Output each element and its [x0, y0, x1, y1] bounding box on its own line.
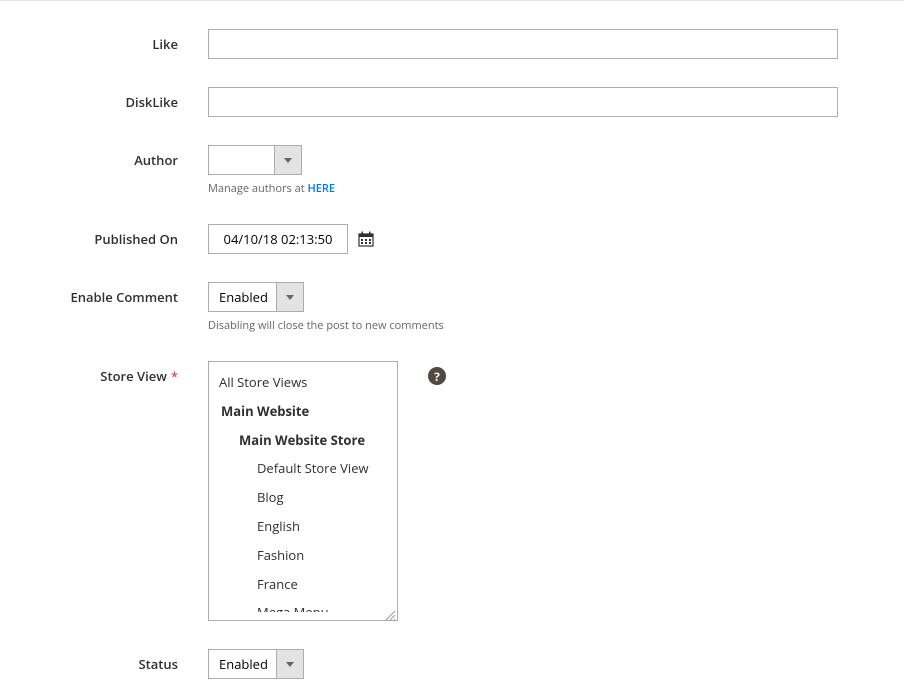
store-view-option[interactable]: Default Store View — [209, 454, 397, 483]
like-input[interactable] — [208, 29, 838, 59]
published-on-label: Published On — [0, 224, 208, 248]
store-view-option[interactable]: France — [209, 570, 397, 599]
store-view-option[interactable]: Mega Menu — [209, 598, 397, 612]
disklike-label: DiskLike — [0, 87, 208, 111]
status-select[interactable]: Enabled — [208, 649, 304, 679]
required-marker: * — [171, 367, 178, 385]
enable-comment-label: Enable Comment — [0, 282, 208, 306]
status-label: Status — [0, 649, 208, 673]
author-label: Author — [0, 145, 208, 169]
published-on-input[interactable] — [208, 224, 348, 254]
store-view-option[interactable]: Fashion — [209, 541, 397, 570]
resize-handle-icon[interactable] — [384, 607, 396, 619]
calendar-icon[interactable] — [358, 231, 374, 247]
store-view-option[interactable]: Main Website — [209, 397, 397, 426]
store-view-option[interactable]: English — [209, 512, 397, 541]
help-icon[interactable]: ? — [428, 367, 446, 385]
author-select[interactable] — [208, 145, 302, 175]
store-view-option[interactable]: All Store Views — [209, 368, 397, 397]
enable-comment-hint: Disabling will close the post to new com… — [208, 318, 838, 333]
store-view-label: Store View* — [0, 361, 208, 385]
author-hint: Manage authors at HERE — [208, 181, 838, 196]
author-manage-link[interactable]: HERE — [308, 181, 336, 196]
disklike-input[interactable] — [208, 87, 838, 117]
store-view-option[interactable]: Main Website Store — [209, 426, 397, 455]
store-view-multiselect[interactable]: All Store ViewsMain WebsiteMain Website … — [208, 361, 398, 621]
like-label: Like — [0, 29, 208, 53]
enable-comment-select[interactable]: Enabled — [208, 282, 304, 312]
store-view-option[interactable]: Blog — [209, 483, 397, 512]
